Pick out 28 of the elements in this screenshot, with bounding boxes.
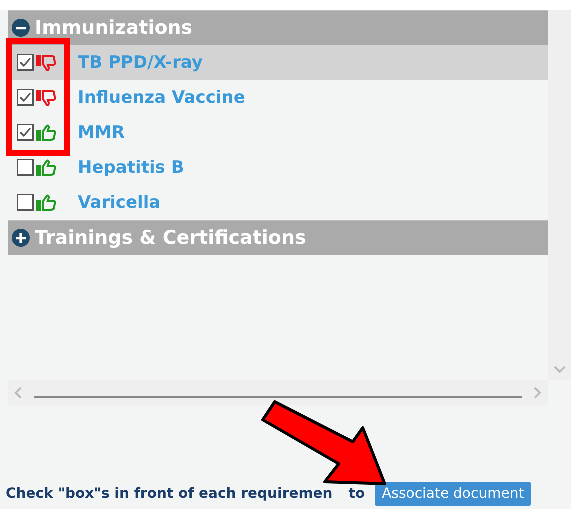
requirement-link[interactable]: Varicella <box>78 192 161 212</box>
requirement-link[interactable]: Hepatitis B <box>78 158 184 178</box>
thumbs-up-icon <box>36 124 58 142</box>
checkbox[interactable] <box>17 124 34 141</box>
requirement-row[interactable]: Hepatitis B <box>8 150 548 185</box>
requirement-row[interactable]: Influenza Vaccine <box>8 80 548 115</box>
thumbs-up-icon <box>36 158 58 176</box>
section-title: Immunizations <box>35 17 193 39</box>
requirement-link[interactable]: TB PPD/X-ray <box>78 52 203 72</box>
section-title: Trainings & Certifications <box>35 227 306 249</box>
section-header[interactable]: Trainings & Certifications <box>8 220 548 255</box>
checkbox[interactable] <box>17 89 34 106</box>
requirement-row[interactable]: MMR <box>8 115 548 150</box>
collapse-icon[interactable] <box>12 19 30 37</box>
requirement-link[interactable]: Influenza Vaccine <box>78 88 246 108</box>
section-header[interactable]: Immunizations <box>8 10 548 45</box>
instruction-text: Check "box"s in front of each requiremen <box>6 486 333 502</box>
checkbox[interactable] <box>17 54 34 71</box>
requirement-row[interactable]: Varicella <box>8 185 548 220</box>
checkbox[interactable] <box>17 159 34 176</box>
associate-document-button[interactable]: Associate document <box>375 482 532 506</box>
instruction-text: to <box>348 486 366 502</box>
thumbs-up-icon <box>36 194 58 212</box>
thumbs-down-icon <box>36 54 58 72</box>
checkbox[interactable] <box>17 194 34 211</box>
expand-icon[interactable] <box>12 229 30 247</box>
thumbs-down-icon <box>36 88 58 106</box>
requirement-link[interactable]: MMR <box>78 122 125 142</box>
